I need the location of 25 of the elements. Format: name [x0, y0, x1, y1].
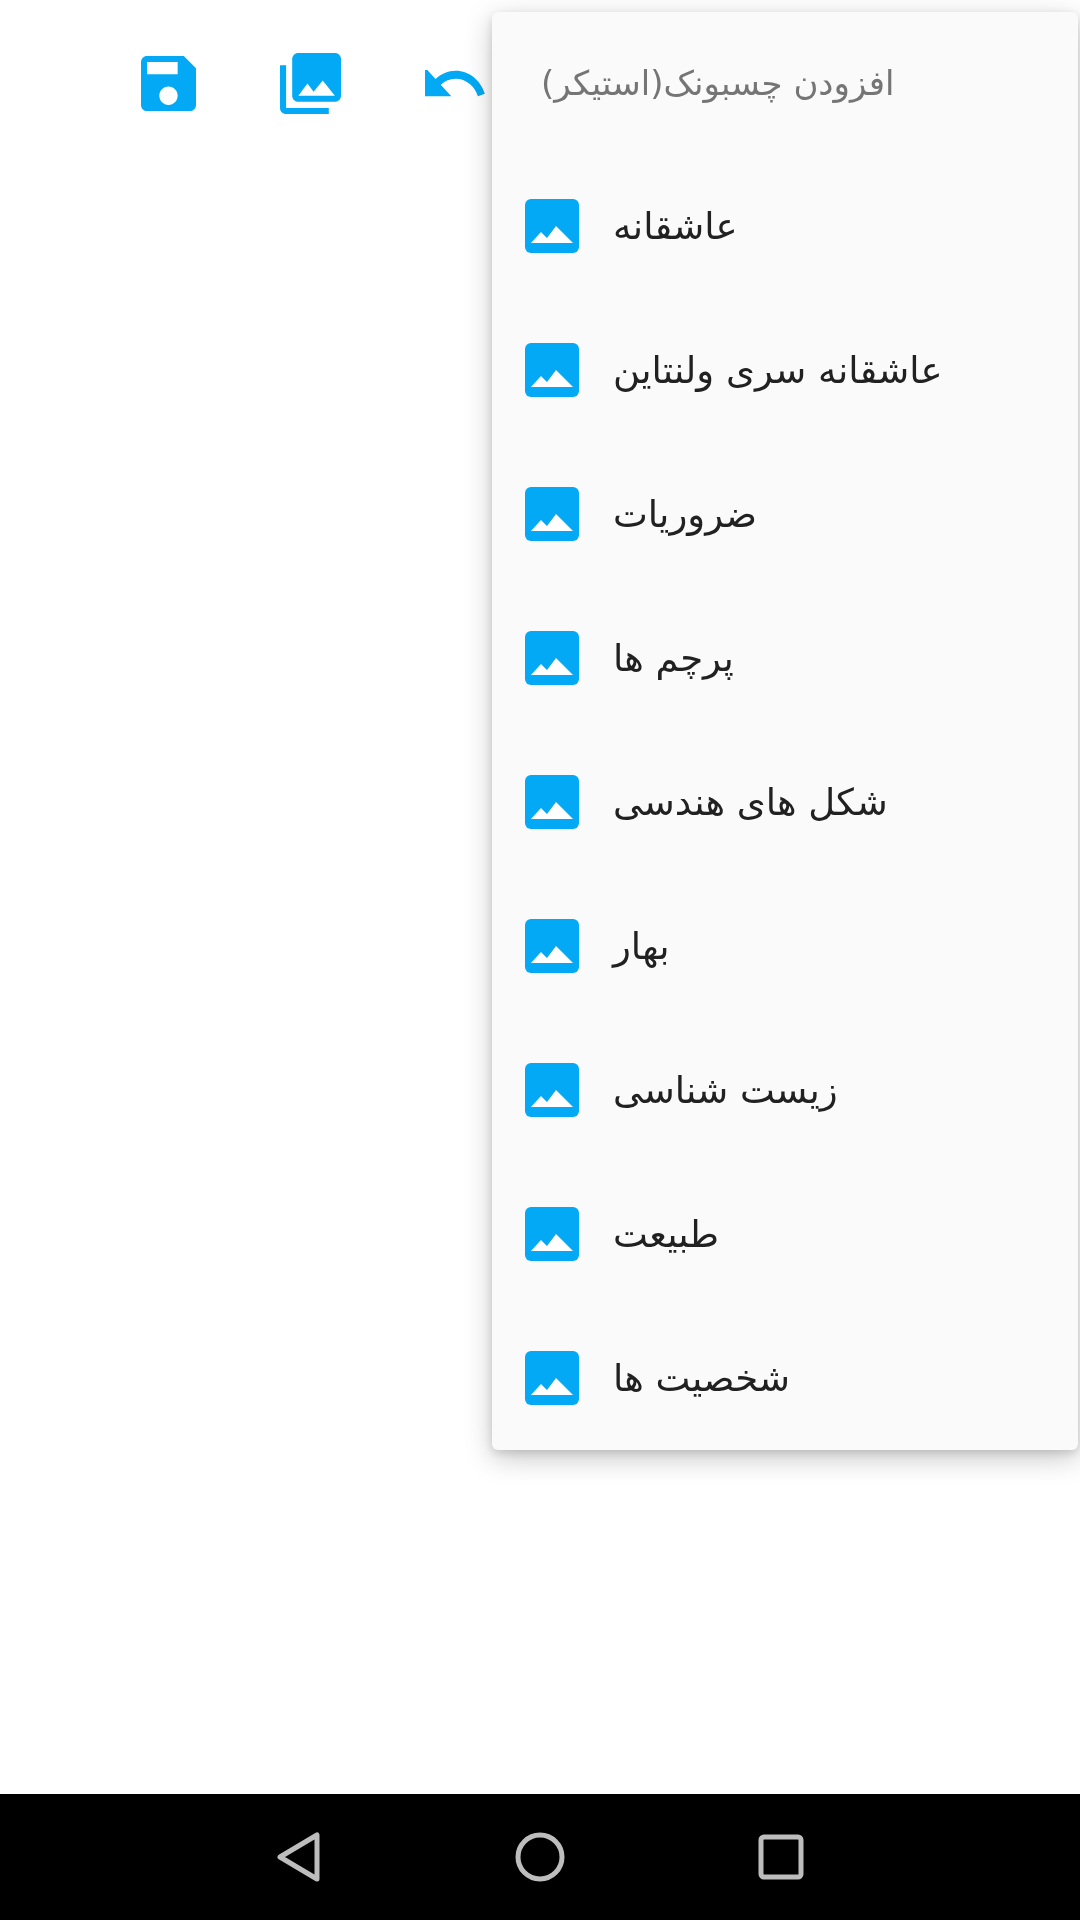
home-icon[interactable]: [515, 1832, 565, 1882]
back-icon[interactable]: [276, 1831, 322, 1883]
image-icon: [525, 487, 579, 541]
menu-item[interactable]: بهار: [492, 874, 1078, 1018]
menu-item[interactable]: طبیعت: [492, 1162, 1078, 1306]
menu-item[interactable]: شکل های هندسی: [492, 730, 1078, 874]
menu-item[interactable]: پرچم ها: [492, 586, 1078, 730]
menu-item[interactable]: عاشقانه سری ولنتاین: [492, 298, 1078, 442]
menu-item[interactable]: زیست شناسی: [492, 1018, 1078, 1162]
image-icon: [525, 919, 579, 973]
save-icon[interactable]: [141, 55, 196, 111]
image-icon: [525, 631, 579, 685]
recent-apps-icon[interactable]: [758, 1834, 804, 1880]
menu-item[interactable]: ضروریات: [492, 442, 1078, 586]
image-icon: [525, 1063, 579, 1117]
image-icon: [525, 343, 579, 397]
menu-item[interactable]: عاشقانه: [492, 154, 1078, 298]
menu-item[interactable]: شخصیت ها: [492, 1306, 1078, 1450]
image-icon: [525, 1351, 579, 1405]
menu-title: افزودن چسبونک(استیکر): [541, 63, 895, 103]
gallery-icon[interactable]: [280, 52, 341, 114]
image-icon: [525, 1207, 579, 1261]
image-icon: [525, 199, 579, 253]
undo-icon[interactable]: [425, 69, 487, 97]
image-icon: [525, 775, 579, 829]
